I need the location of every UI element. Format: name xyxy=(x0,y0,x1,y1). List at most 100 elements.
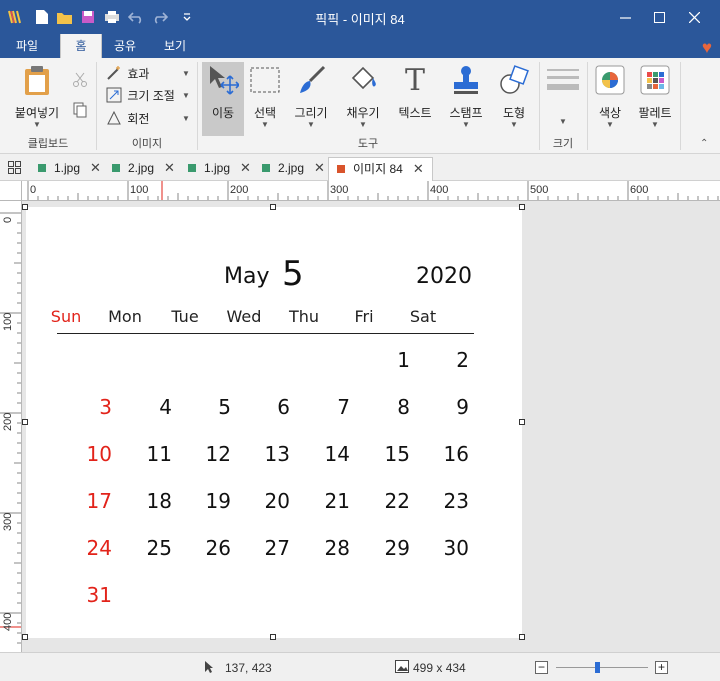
doc-tab[interactable]: 2.jpg ✕ xyxy=(112,157,175,181)
tab-file[interactable]: 파일 xyxy=(6,34,48,58)
cut-button[interactable] xyxy=(72,72,88,92)
doc-tab[interactable]: 2.jpg ✕ xyxy=(262,157,325,181)
close-tab-icon[interactable]: ✕ xyxy=(314,160,325,175)
ruler-label: 200 xyxy=(2,412,14,431)
calendar-date: 12 xyxy=(205,442,231,466)
select-tool-button[interactable]: 선택 ▼ xyxy=(246,62,284,129)
move-tool-button[interactable]: 이동 xyxy=(202,62,244,136)
calendar-date: 13 xyxy=(264,442,290,466)
rotate-button[interactable]: 회전 xyxy=(106,109,149,129)
shape-tool-button[interactable]: 도형 ▼ xyxy=(494,62,534,129)
resize-handle[interactable] xyxy=(270,634,276,640)
weekday-label: Wed xyxy=(226,307,262,326)
draw-tool-button[interactable]: 그리기 ▼ xyxy=(290,62,332,129)
minimize-button[interactable] xyxy=(609,0,642,34)
tab-view[interactable]: 보기 xyxy=(154,34,196,58)
clipboard-group-label: 클립보드 xyxy=(27,138,69,150)
zoom-slider-thumb[interactable] xyxy=(595,662,600,673)
move-icon xyxy=(205,62,241,98)
image-canvas[interactable]: May 5 2020 Sun Mon Tue Wed Thu Fri Sat 1234567… xyxy=(26,207,522,638)
heart-icon[interactable]: ♥ xyxy=(702,38,712,58)
chevron-down-icon: ▼ xyxy=(359,120,367,129)
title-bar: 픽픽 - 이미지 84 xyxy=(0,0,720,34)
zoom-in-button[interactable]: + xyxy=(655,661,668,674)
calendar-date: 6 xyxy=(277,395,290,419)
cursor-icon xyxy=(204,660,214,677)
grid-view-icon[interactable] xyxy=(8,161,21,177)
ruler-label: 300 xyxy=(330,184,349,196)
cursor-position: 137, 423 xyxy=(225,661,272,675)
resize-handle[interactable] xyxy=(22,204,28,210)
doc-tab-active[interactable]: 이미지 84 ✕ xyxy=(328,157,433,181)
zoom-out-button[interactable]: − xyxy=(535,661,548,674)
calendar-date: 31 xyxy=(86,583,112,607)
calendar-month: May xyxy=(224,264,270,289)
stamp-icon xyxy=(448,62,484,98)
color-button[interactable]: 색상 ▼ xyxy=(591,62,629,129)
canvas-area[interactable]: May 5 2020 Sun Mon Tue Wed Thu Fri Sat 1234567… xyxy=(22,201,720,652)
close-tab-icon[interactable]: ✕ xyxy=(413,161,424,176)
chevron-down-icon[interactable]: ▼ xyxy=(182,114,190,123)
weekday-label: Sun xyxy=(50,307,82,326)
effects-button[interactable]: 효과 xyxy=(106,64,149,84)
stamp-tool-button[interactable]: 스탬프 ▼ xyxy=(444,62,488,129)
resize-handle[interactable] xyxy=(22,634,28,640)
calendar-date: 25 xyxy=(146,536,172,560)
text-tool-button[interactable]: T 텍스트 xyxy=(394,62,436,126)
palette-button[interactable]: 팔레트 ▼ xyxy=(633,62,677,129)
calendar-date: 19 xyxy=(205,489,231,513)
move-label: 이동 xyxy=(211,106,235,120)
rotate-label: 회전 xyxy=(127,112,150,126)
chevron-down-icon[interactable]: ▼ xyxy=(182,91,190,100)
resize-handle[interactable] xyxy=(22,419,28,425)
calendar-divider xyxy=(57,333,474,334)
resize-handle[interactable] xyxy=(519,634,525,640)
calendar-date: 9 xyxy=(456,395,469,419)
chevron-down-icon: ▼ xyxy=(462,120,470,129)
calendar-date: 30 xyxy=(443,536,469,560)
scissors-icon xyxy=(72,72,88,91)
image-file-icon xyxy=(337,165,345,173)
stamp-label: 스탬프 xyxy=(449,106,483,120)
image-file-icon xyxy=(262,164,270,172)
calendar-date: 21 xyxy=(324,489,350,513)
ruler-label: 0 xyxy=(2,216,14,223)
ruler-label: 0 xyxy=(30,184,37,196)
weekday-label: Mon xyxy=(108,307,142,326)
paste-button[interactable]: 붙여넣기 ▼ xyxy=(8,62,66,129)
close-tab-icon[interactable]: ✕ xyxy=(240,160,251,175)
chevron-down-icon[interactable]: ▼ xyxy=(182,69,190,78)
resize-button[interactable]: 크기 조절 xyxy=(106,86,175,106)
size-button[interactable]: ▼ xyxy=(544,62,582,126)
fill-tool-button[interactable]: 채우기 ▼ xyxy=(342,62,384,129)
zoom-slider-track[interactable] xyxy=(556,667,648,668)
maximize-button[interactable] xyxy=(643,0,676,34)
resize-handle[interactable] xyxy=(519,419,525,425)
resize-handle[interactable] xyxy=(519,204,525,210)
image-file-icon xyxy=(112,164,120,172)
copy-button[interactable] xyxy=(72,102,88,122)
palette-label: 팔레트 xyxy=(638,106,672,120)
calendar-date: 16 xyxy=(443,442,469,466)
brush-icon xyxy=(293,62,329,98)
calendar-date: 22 xyxy=(384,489,410,513)
collapse-ribbon-icon[interactable]: ⌃ xyxy=(700,138,708,149)
close-button[interactable] xyxy=(678,0,711,34)
doc-tab[interactable]: 1.jpg ✕ xyxy=(188,157,251,181)
calendar-date: 10 xyxy=(86,442,112,466)
draw-label: 그리기 xyxy=(294,106,328,120)
close-tab-icon[interactable]: ✕ xyxy=(90,160,101,175)
close-tab-icon[interactable]: ✕ xyxy=(164,160,175,175)
ruler-label: 200 xyxy=(230,184,249,196)
tools-group-label: 도구 xyxy=(357,138,379,150)
doc-tab[interactable]: 1.jpg ✕ xyxy=(38,157,101,181)
chevron-down-icon: ▼ xyxy=(307,120,315,129)
tab-home[interactable]: 홈 xyxy=(60,34,102,58)
calendar-date: 24 xyxy=(86,536,112,560)
line-weight-icon xyxy=(545,62,581,98)
resize-handle[interactable] xyxy=(270,204,276,210)
ruler-label: 500 xyxy=(530,184,549,196)
tab-share[interactable]: 공유 xyxy=(104,34,146,58)
paint-bucket-icon xyxy=(345,62,381,98)
doc-tab-label: 2.jpg xyxy=(278,161,305,175)
